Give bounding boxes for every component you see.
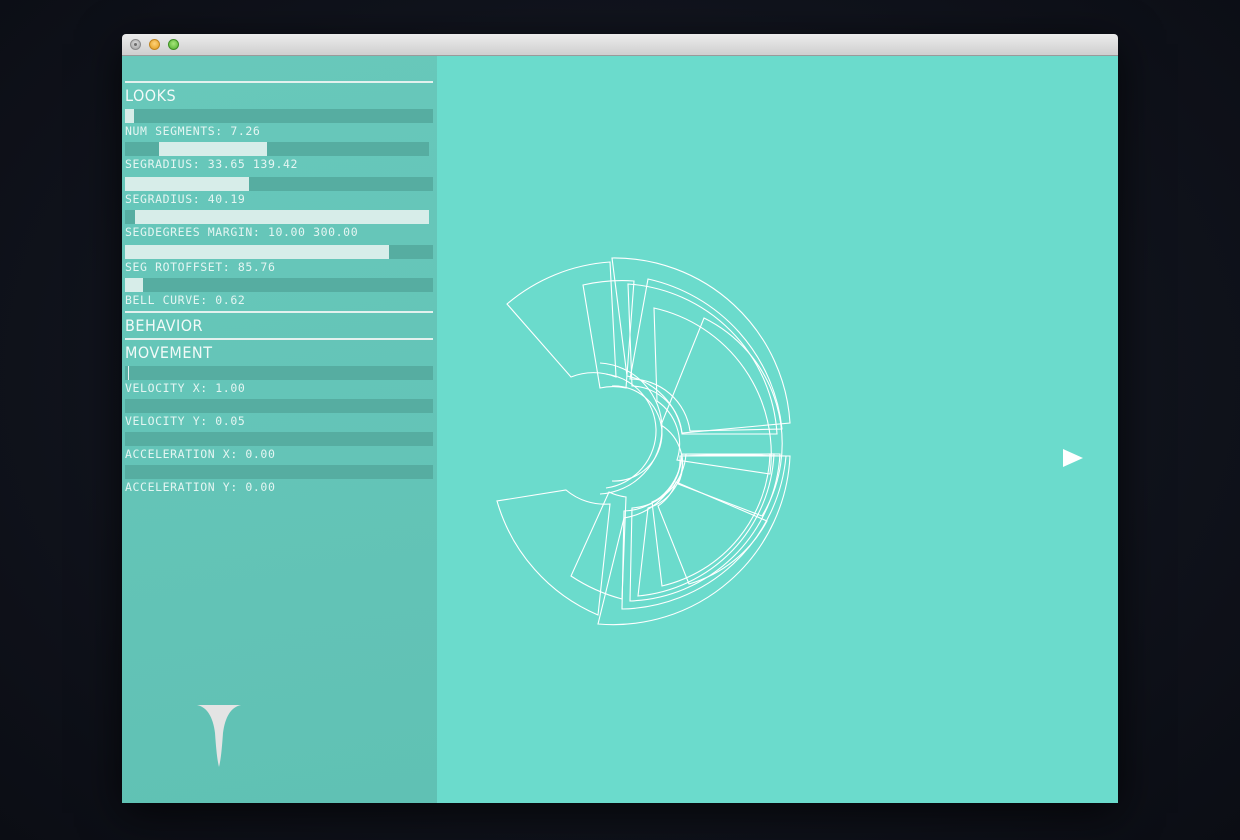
segradius-label: SEGRADIUS: 40.19 [125, 192, 246, 206]
section-heading-behavior[interactable]: BEHAVIOR [125, 316, 203, 335]
velocity-y-label: VELOCITY Y: 0.05 [125, 414, 246, 428]
minimize-button[interactable] [149, 39, 160, 50]
main-canvas[interactable]: LOOKS NUM SEGMENTS: 7.26 SEGRADIUS: 33.6… [122, 56, 1118, 803]
seg-rotoffset-label: SEG ROTOFFSET: 85.76 [125, 260, 276, 274]
section-divider [125, 311, 433, 313]
close-button[interactable] [130, 39, 141, 50]
section-heading-looks: LOOKS [125, 86, 177, 105]
num-segments-slider[interactable] [125, 109, 433, 123]
bell-curve-slider[interactable] [125, 278, 433, 292]
bell-curve-label: BELL CURVE: 0.62 [125, 293, 246, 307]
segradius-range-slider[interactable] [125, 142, 429, 156]
settings-panel: LOOKS NUM SEGMENTS: 7.26 SEGRADIUS: 33.6… [122, 56, 437, 803]
title-bar[interactable] [122, 34, 1118, 56]
segdegrees-margin-label: SEGDEGREES MARGIN: 10.00 300.00 [125, 225, 359, 239]
play-icon[interactable] [1062, 448, 1084, 468]
section-divider [125, 338, 433, 340]
num-segments-label: NUM SEGMENTS: 7.26 [125, 124, 261, 138]
acceleration-y-label: ACCELERATION Y: 0.00 [125, 480, 276, 494]
velocity-x-slider[interactable] [125, 366, 433, 380]
acceleration-x-slider[interactable] [125, 432, 433, 446]
slider-fill [125, 278, 143, 292]
velocity-y-slider[interactable] [125, 399, 433, 413]
slider-fill [159, 142, 267, 156]
slider-marker [128, 366, 129, 380]
section-heading-movement[interactable]: MOVEMENT [125, 343, 212, 362]
acceleration-x-label: ACCELERATION X: 0.00 [125, 447, 276, 461]
segradius-range-label: SEGRADIUS: 33.65 139.42 [125, 157, 299, 171]
slider-fill [125, 109, 134, 123]
zoom-button[interactable] [168, 39, 179, 50]
section-divider [125, 81, 433, 83]
slider-fill [125, 177, 249, 191]
segdegrees-margin-slider[interactable] [125, 210, 429, 224]
segradius-slider[interactable] [125, 177, 433, 191]
seg-rotoffset-slider[interactable] [125, 245, 433, 259]
slider-fill [135, 210, 429, 224]
slider-fill [125, 245, 389, 259]
acceleration-y-slider[interactable] [125, 465, 433, 479]
bell-curve-icon [197, 705, 241, 767]
velocity-x-label: VELOCITY X: 1.00 [125, 381, 246, 395]
app-window: LOOKS NUM SEGMENTS: 7.26 SEGRADIUS: 33.6… [122, 34, 1118, 803]
